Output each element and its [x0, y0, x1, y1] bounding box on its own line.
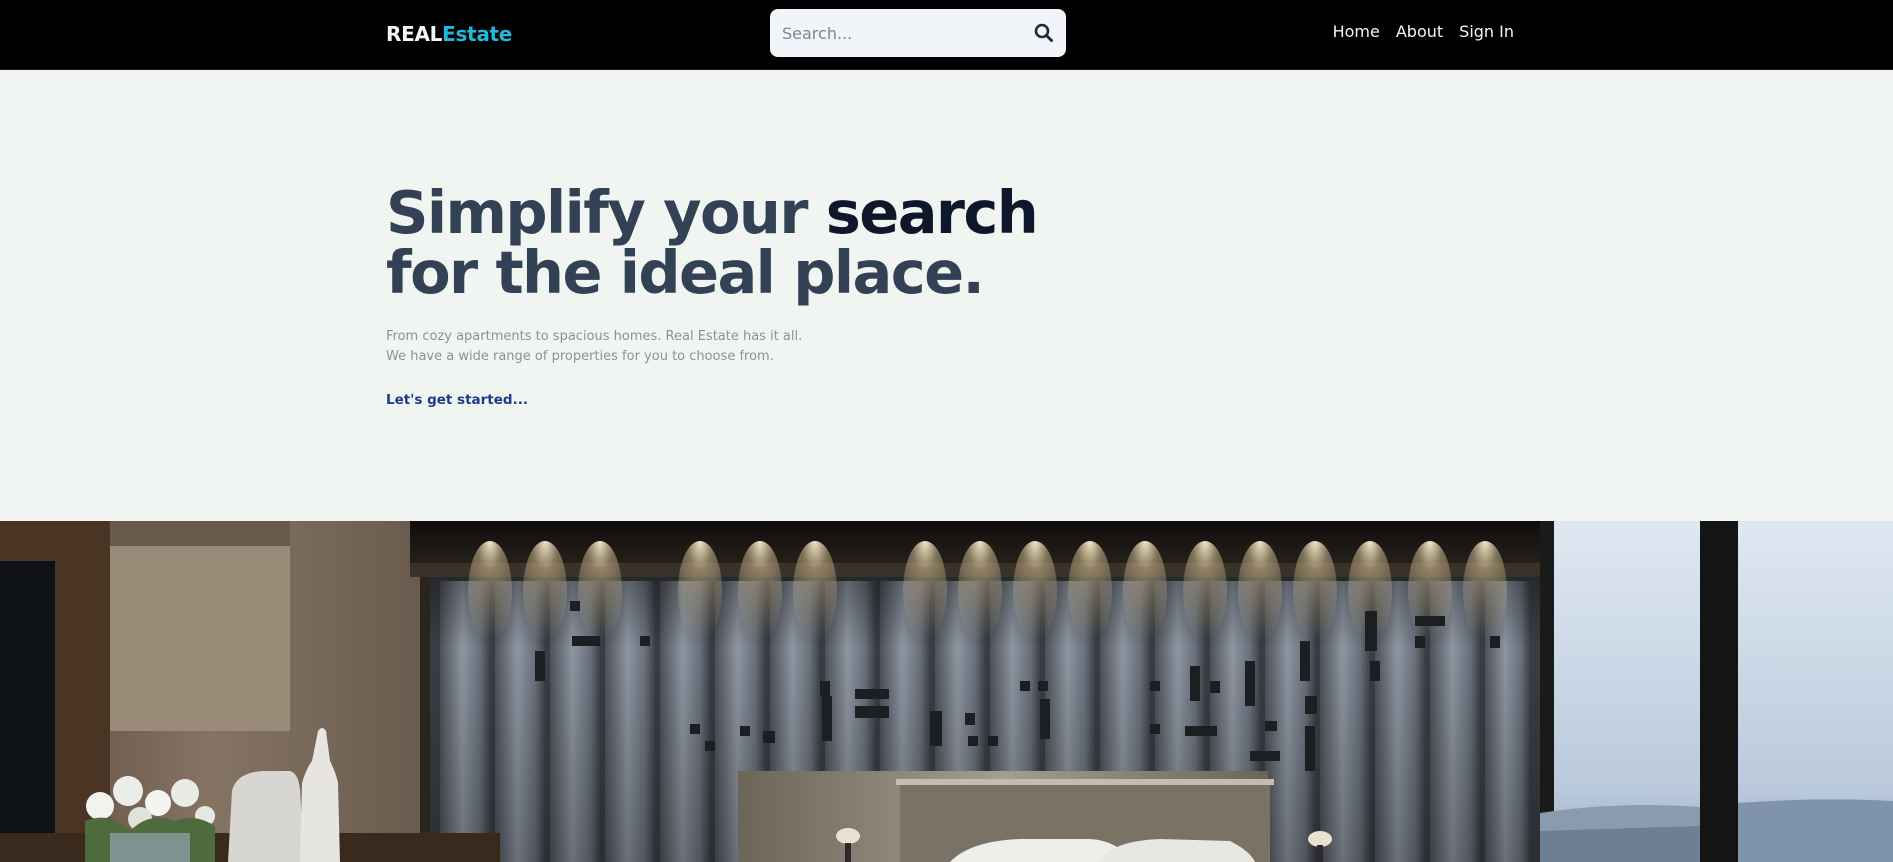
search-icon	[1034, 23, 1053, 42]
headline-line2: for the ideal place.	[386, 238, 985, 307]
top-navbar: REALEstate Home About Sign In	[0, 0, 1893, 70]
search-form	[770, 9, 1066, 57]
subtitle-line1: From cozy apartments to spacious homes. …	[386, 329, 803, 344]
nav-sign-in-link[interactable]: Sign In	[1459, 22, 1514, 41]
headline-part1: Simplify your	[386, 178, 826, 247]
nav-home-link[interactable]: Home	[1333, 22, 1380, 41]
nav-about-link[interactable]: About	[1396, 22, 1443, 41]
hero-subtitle: From cozy apartments to spacious homes. …	[386, 327, 1037, 367]
main-nav: Home About Sign In	[1333, 22, 1514, 41]
logo[interactable]: REALEstate	[386, 22, 512, 46]
search-input[interactable]	[782, 9, 1022, 57]
headline-part2: search	[825, 178, 1039, 247]
hero-section: Simplify your search for the ideal place…	[386, 183, 1039, 409]
hero-headline: Simplify your search for the ideal place…	[386, 183, 1039, 303]
subtitle-line2: We have a wide range of properties for y…	[386, 349, 774, 364]
logo-part-estate: Estate	[442, 22, 513, 46]
search-button[interactable]	[1032, 21, 1056, 45]
get-started-link[interactable]: Let's get started...	[386, 392, 528, 408]
logo-part-real: REAL	[386, 22, 443, 46]
bedroom-interior-photo	[0, 521, 1893, 862]
